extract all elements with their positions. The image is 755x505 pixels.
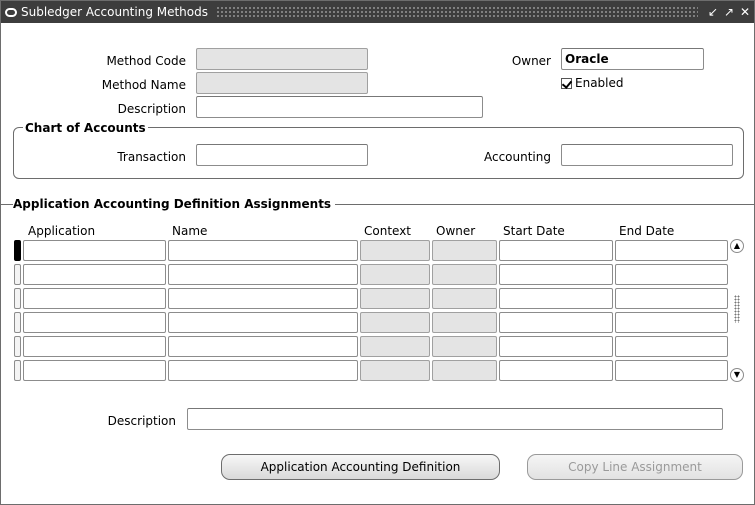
window-menu-icon[interactable] (5, 7, 17, 17)
enabled-label: Enabled (575, 76, 624, 90)
application-accounting-definition-label: Application Accounting Definition (260, 460, 461, 474)
assignments-scrollbar[interactable]: ▲ ▼ (730, 239, 744, 382)
method-name-label: Method Name (101, 78, 186, 92)
scroll-grip-icon[interactable] (734, 295, 740, 323)
accounting-field[interactable] (561, 144, 733, 166)
owner-value: Oracle (565, 52, 609, 66)
description-label: Description (117, 102, 186, 116)
title-bar[interactable]: Subledger Accounting Methods ↙ ↗ ✕ (1, 1, 754, 23)
column-header-start-date: Start Date (503, 224, 565, 238)
cell-start-date[interactable] (499, 288, 613, 309)
column-header-end-date: End Date (619, 224, 675, 238)
cell-end-date[interactable] (615, 264, 728, 285)
method-code-label: Method Code (106, 54, 186, 68)
cell-end-date[interactable] (615, 360, 728, 381)
owner-label: Owner (511, 54, 551, 68)
cell-name[interactable] (168, 336, 358, 357)
assignments-section-title: Application Accounting Definition Assign… (13, 197, 336, 211)
maximize-icon[interactable]: ↗ (722, 5, 736, 19)
scroll-down-icon[interactable]: ▼ (730, 368, 744, 382)
minimize-icon[interactable]: ↙ (706, 5, 720, 19)
column-header-application: Application (28, 224, 96, 238)
cell-owner[interactable] (432, 240, 497, 261)
application-accounting-definition-button[interactable]: Application Accounting Definition (221, 454, 500, 480)
cell-name[interactable] (168, 240, 358, 261)
cell-context[interactable] (360, 336, 430, 357)
cell-start-date[interactable] (499, 312, 613, 333)
cell-owner[interactable] (432, 360, 497, 381)
row-indicator[interactable] (14, 312, 21, 333)
row-indicator[interactable] (14, 264, 21, 285)
transaction-label: Transaction (117, 150, 186, 164)
copy-line-assignment-label: Copy Line Assignment (568, 460, 702, 474)
subledger-accounting-methods-window: Subledger Accounting Methods ↙ ↗ ✕ Metho… (0, 0, 755, 505)
cell-end-date[interactable] (615, 288, 728, 309)
cell-end-date[interactable] (615, 240, 728, 261)
cell-context[interactable] (360, 288, 430, 309)
method-name-field[interactable] (196, 72, 368, 94)
cell-start-date[interactable] (499, 336, 613, 357)
cell-name[interactable] (168, 312, 358, 333)
scroll-up-icon[interactable]: ▲ (730, 239, 744, 253)
transaction-field[interactable] (196, 144, 368, 166)
method-code-field[interactable] (196, 48, 368, 70)
cell-application[interactable] (23, 336, 166, 357)
column-header-name: Name (172, 224, 208, 238)
row-indicator[interactable] (14, 288, 21, 309)
column-header-owner: Owner (436, 224, 476, 238)
cell-owner[interactable] (432, 288, 497, 309)
cell-owner[interactable] (432, 312, 497, 333)
cell-application[interactable] (23, 360, 166, 381)
row-indicator[interactable] (14, 240, 21, 261)
cell-context[interactable] (360, 240, 430, 261)
cell-end-date[interactable] (615, 336, 728, 357)
chart-of-accounts-title: Chart of Accounts (23, 121, 148, 135)
cell-owner[interactable] (432, 264, 497, 285)
description-field[interactable] (196, 96, 483, 118)
line-description-label: Description (107, 414, 176, 428)
window-title: Subledger Accounting Methods (21, 5, 209, 19)
line-description-field[interactable] (187, 408, 723, 430)
enabled-checkbox[interactable] (561, 77, 572, 89)
owner-field[interactable]: Oracle (561, 48, 704, 70)
row-indicator[interactable] (14, 336, 21, 357)
column-header-context: Context (364, 224, 412, 238)
title-bar-pattern (216, 6, 698, 18)
cell-owner[interactable] (432, 336, 497, 357)
cell-end-date[interactable] (615, 312, 728, 333)
row-indicator[interactable] (14, 360, 21, 381)
cell-application[interactable] (23, 264, 166, 285)
cell-application[interactable] (23, 240, 166, 261)
cell-context[interactable] (360, 264, 430, 285)
cell-context[interactable] (360, 312, 430, 333)
enabled-checkbox-wrap[interactable]: Enabled (561, 76, 624, 90)
accounting-label: Accounting (483, 150, 551, 164)
cell-context[interactable] (360, 360, 430, 381)
close-icon[interactable]: ✕ (738, 5, 752, 19)
cell-name[interactable] (168, 288, 358, 309)
cell-name[interactable] (168, 360, 358, 381)
cell-start-date[interactable] (499, 360, 613, 381)
copy-line-assignment-button[interactable]: Copy Line Assignment (527, 454, 743, 480)
cell-application[interactable] (23, 288, 166, 309)
cell-start-date[interactable] (499, 240, 613, 261)
cell-start-date[interactable] (499, 264, 613, 285)
cell-name[interactable] (168, 264, 358, 285)
cell-application[interactable] (23, 312, 166, 333)
